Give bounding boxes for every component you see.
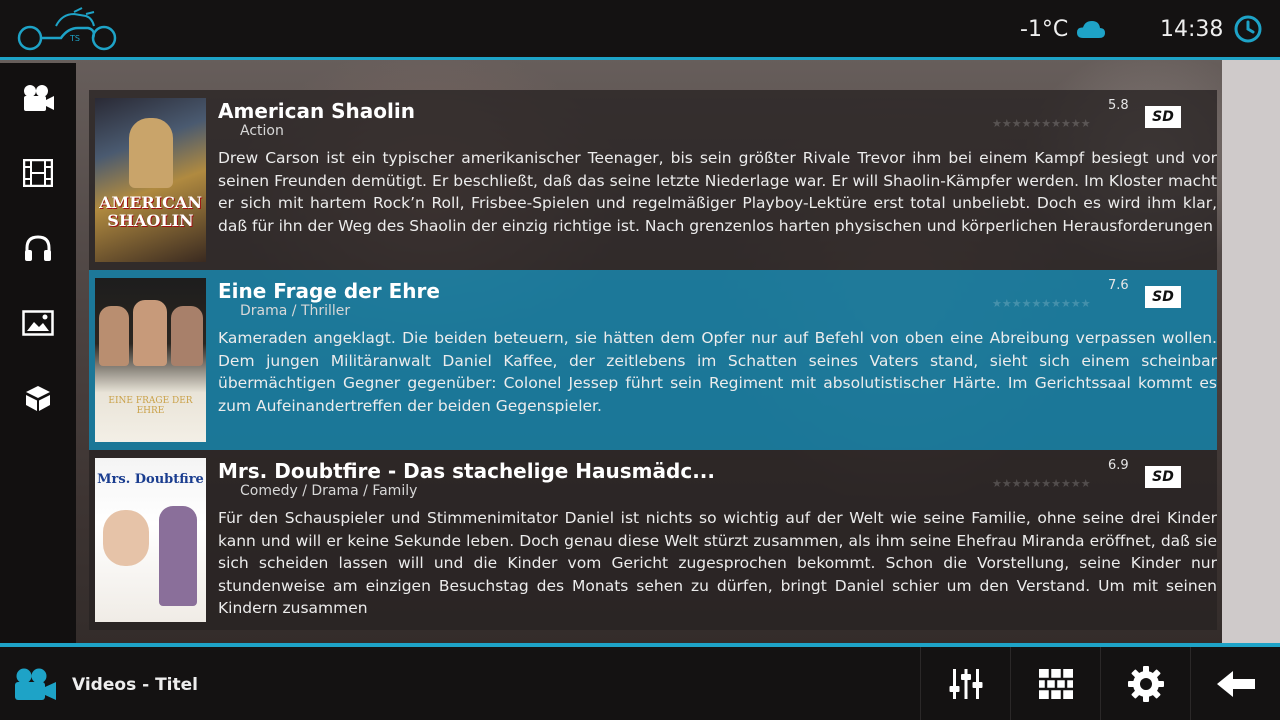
temperature-text: -1°C [1020, 16, 1069, 42]
sidebar-item-addons[interactable] [18, 378, 58, 418]
film-strip-icon [23, 159, 53, 187]
movie-camera-icon [24, 85, 54, 111]
movie-list: AMERICAN SHAOLIN American Shaolin Action… [89, 90, 1217, 630]
clock-icon [1234, 15, 1262, 43]
section-title: Videos - Titel [72, 675, 198, 695]
top-bar: TS -1°C 14:38 [0, 0, 1280, 60]
bottom-bar: Videos - Titel [0, 643, 1280, 720]
movie-genre: Drama / Thriller [240, 303, 351, 319]
movie-camera-icon [15, 668, 56, 700]
list-item[interactable]: Mrs. Doubtfire Mrs. Doubtfire - Das stac… [89, 450, 1217, 630]
movie-poster: Mrs. Doubtfire [95, 458, 206, 622]
quality-badge: SD [1145, 106, 1181, 128]
movie-plot: Kameraden angeklagt. Die beiden beteuern… [218, 329, 1217, 415]
motorcycle-logo-icon: TS [17, 7, 117, 51]
movie-plot: Drew Carson ist ein typischer amerikanis… [218, 149, 1217, 235]
main-menu-sidebar [0, 63, 76, 643]
quality-badge: SD [1145, 466, 1181, 488]
movie-genre: Comedy / Drama / Family [240, 483, 418, 499]
poster-figure [129, 118, 173, 188]
list-item-selected[interactable]: EINE FRAGE DER EHRE Eine Frage der Ehre … [89, 270, 1217, 450]
sidebar-item-pictures[interactable] [18, 303, 58, 343]
movie-title: American Shaolin [218, 99, 415, 123]
movie-rating: 6.9 [1108, 458, 1129, 473]
quality-badge: SD [1145, 286, 1181, 308]
view-options-button[interactable] [920, 647, 1010, 720]
sidebar-item-videos[interactable] [18, 78, 58, 118]
cloud-icon [1077, 21, 1106, 38]
movie-poster: AMERICAN SHAOLIN [95, 98, 206, 262]
poster-title-text: Mrs. Doubtfire [97, 472, 204, 487]
sliders-icon [949, 668, 982, 699]
movie-plot: Für den Schauspieler und Stimmenimitator… [218, 509, 1217, 618]
section-indicator: Videos - Titel [12, 665, 198, 705]
movie-genre: Action [240, 123, 284, 139]
poster-title-text: EINE FRAGE DER EHRE [108, 396, 193, 416]
back-arrow-icon [1216, 670, 1255, 697]
svg-text:TS: TS [69, 34, 80, 43]
back-button[interactable] [1190, 647, 1280, 720]
star-rating-icon: ★★★★★★★★★★ [992, 297, 1091, 310]
addons-box-icon [26, 386, 50, 411]
time-text: 14:38 [1160, 16, 1224, 42]
sidebar-item-music[interactable] [18, 228, 58, 268]
gear-icon [1127, 665, 1164, 702]
settings-button[interactable] [1100, 647, 1190, 720]
clock-widget: 14:38 [1160, 14, 1263, 44]
poster-figure [159, 506, 197, 606]
star-rating-icon: ★★★★★★★★★★ [992, 477, 1091, 490]
movie-poster: EINE FRAGE DER EHRE [95, 278, 206, 442]
poster-title-text: AMERICAN SHAOLIN [99, 193, 202, 230]
grid-view-button[interactable] [1010, 647, 1100, 720]
poster-face [171, 306, 203, 366]
list-item[interactable]: AMERICAN SHAOLIN American Shaolin Action… [89, 90, 1217, 270]
poster-face [99, 306, 129, 366]
movie-title: Mrs. Doubtfire - Das stachelige Hausmädc… [218, 459, 715, 483]
star-rating-icon: ★★★★★★★★★★ [992, 117, 1091, 130]
sidebar-item-movies[interactable] [18, 153, 58, 193]
weather-widget: -1°C [1020, 14, 1106, 44]
movie-rating: 5.8 [1108, 98, 1129, 113]
movie-rating: 7.6 [1108, 278, 1129, 293]
movie-title: Eine Frage der Ehre [218, 279, 440, 303]
headphones-icon [25, 235, 51, 261]
grid-icon [1038, 668, 1073, 699]
poster-face [103, 510, 149, 566]
poster-face [133, 300, 167, 366]
picture-icon [22, 310, 54, 336]
